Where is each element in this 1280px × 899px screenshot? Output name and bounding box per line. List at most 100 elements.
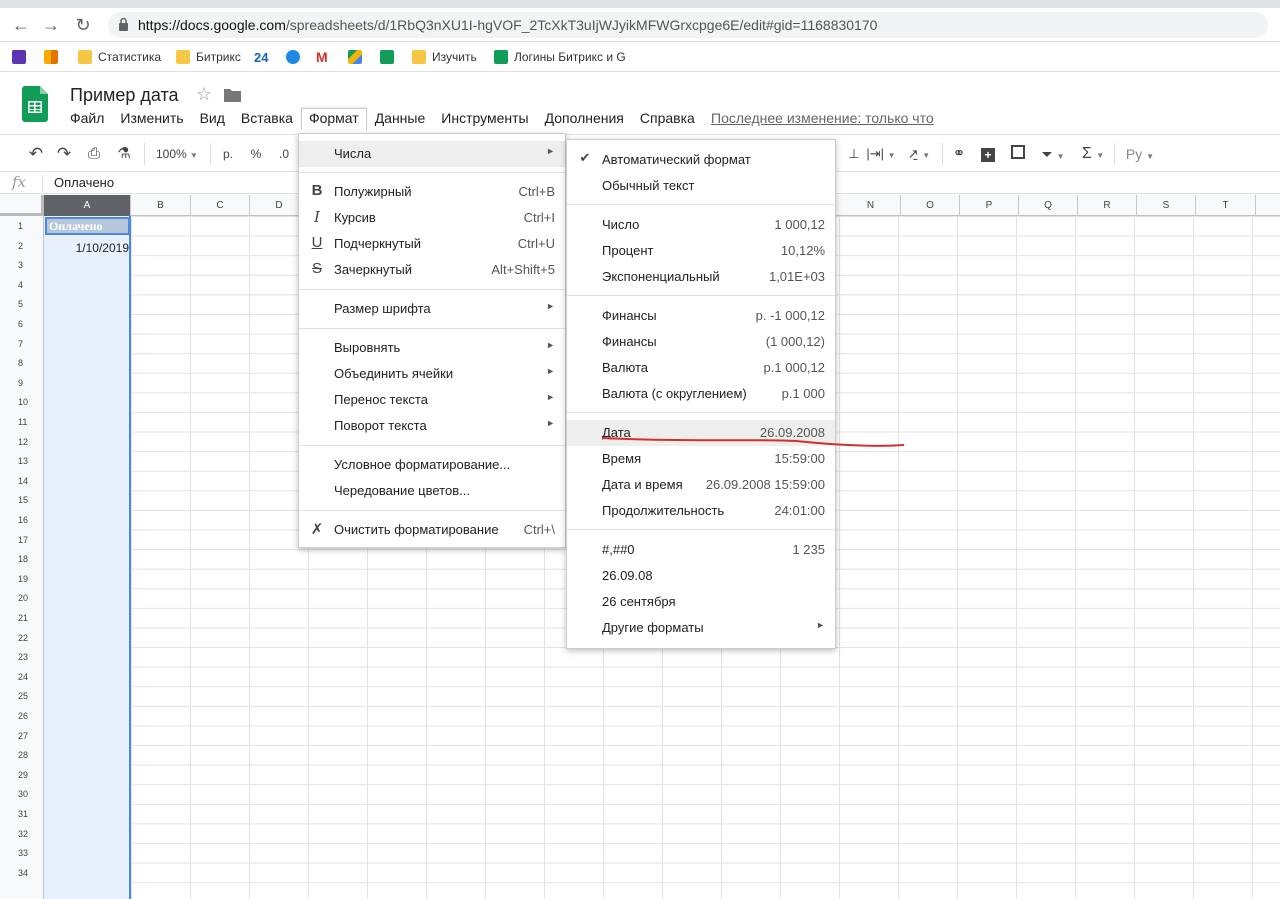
menu-item-bold[interactable]: B Полужирный Ctrl+B — [299, 179, 565, 205]
menu-item-underline[interactable]: U Подчеркнутый Ctrl+U — [299, 231, 565, 257]
column-header-t[interactable]: T — [1196, 195, 1256, 216]
column-header-a[interactable]: A — [44, 195, 131, 216]
menu-item-merge-cells[interactable]: Объединить ячейки ► — [299, 361, 565, 387]
number-format-item[interactable]: Число 1 000,12 — [567, 212, 835, 238]
bookmark-gmail[interactable]: M — [316, 48, 328, 66]
number-format-item[interactable]: Экспоненциальный 1,01E+03 — [567, 264, 835, 290]
back-arrow-icon[interactable]: ← — [10, 14, 32, 36]
menu-file[interactable]: Файл — [62, 108, 112, 130]
menu-item-strikethrough[interactable]: S Зачеркнутый Alt+Shift+5 — [299, 257, 565, 283]
bookmark-logins[interactable]: Логины Битрикс и G — [494, 48, 626, 66]
row-header[interactable]: 9 — [0, 378, 44, 388]
menu-insert[interactable]: Вставка — [233, 108, 301, 130]
number-format-item[interactable]: Финансы (1 000,12) — [567, 329, 835, 355]
link-icon[interactable]: ⚭ — [948, 144, 970, 164]
decrease-decimal-button[interactable]: .0 — [274, 144, 294, 164]
bookmark-statistika[interactable]: Статистика — [78, 48, 161, 66]
row-header[interactable]: 31 — [0, 809, 44, 819]
menu-item-align[interactable]: Выровнять ► — [299, 335, 565, 361]
number-format-item[interactable]: Дата и время 26.09.2008 15:59:00 — [567, 472, 835, 498]
column-header-p[interactable]: P — [960, 195, 1019, 216]
bookmark-share[interactable] — [286, 48, 306, 66]
number-format-item[interactable]: Финансы р. -1 000,12 — [567, 303, 835, 329]
comment-icon[interactable]: + — [978, 144, 998, 164]
number-format-item[interactable]: Валюта р.1 000,12 — [567, 355, 835, 381]
menu-view[interactable]: Вид — [192, 108, 233, 130]
cell-a1[interactable]: Оплачено — [45, 217, 130, 235]
row-header[interactable]: 30 — [0, 789, 44, 799]
number-format-item[interactable]: 26.09.08 — [567, 563, 835, 589]
row-header[interactable]: 13 — [0, 456, 44, 466]
row-header[interactable]: 8 — [0, 358, 44, 368]
menu-item-alternating-colors[interactable]: Чередование цветов... — [299, 478, 565, 504]
url-field[interactable]: https://docs.google.com/spreadsheets/d/1… — [108, 12, 1268, 38]
row-header[interactable]: 11 — [0, 417, 44, 427]
row-header[interactable]: 26 — [0, 711, 44, 721]
number-format-item[interactable]: 26 сентября — [567, 589, 835, 615]
number-format-item[interactable]: Другие форматы ► — [567, 615, 835, 641]
star-icon[interactable]: ☆ — [196, 84, 212, 105]
row-header[interactable]: 1 — [0, 221, 44, 231]
paint-format-icon[interactable]: ⚗ — [114, 144, 134, 164]
row-header[interactable]: 25 — [0, 691, 44, 701]
row-header[interactable]: 21 — [0, 613, 44, 623]
column-header-b[interactable]: B — [131, 195, 191, 216]
menu-item-italic[interactable]: I Курсив Ctrl+I — [299, 205, 565, 231]
text-rotation-icon[interactable]: ↗̱ ▼ — [902, 144, 936, 164]
undo-icon[interactable]: ↶ — [26, 144, 46, 164]
row-header[interactable]: 27 — [0, 731, 44, 741]
last-edit-link[interactable]: Последнее изменение: только что — [711, 110, 934, 126]
number-format-item[interactable]: Обычный текст — [567, 173, 835, 199]
row-header[interactable]: 16 — [0, 515, 44, 525]
functions-button[interactable]: Σ ▼ — [1078, 144, 1108, 164]
menu-tools[interactable]: Инструменты — [433, 108, 536, 130]
chart-icon[interactable] — [1008, 144, 1028, 164]
forward-arrow-icon[interactable]: → — [40, 14, 62, 36]
row-header[interactable]: 10 — [0, 397, 44, 407]
number-format-item[interactable]: Процент 10,12% — [567, 238, 835, 264]
menu-item-text-wrapping[interactable]: Перенос текста ► — [299, 387, 565, 413]
row-header[interactable]: 15 — [0, 495, 44, 505]
zoom-select[interactable]: 100% ▼ — [156, 144, 204, 164]
column-header-c[interactable]: C — [191, 195, 250, 216]
reload-icon[interactable]: ↻ — [72, 14, 94, 36]
row-header[interactable]: 28 — [0, 750, 44, 760]
row-header[interactable]: 19 — [0, 574, 44, 584]
menu-item-conditional-formatting[interactable]: Условное форматирование... — [299, 452, 565, 478]
number-format-item[interactable]: Продолжительность 24:01:00 — [567, 498, 835, 524]
menu-item-clear-formatting[interactable]: ✗ Очистить форматирование Ctrl+\ — [299, 517, 565, 543]
menu-help[interactable]: Справка — [632, 108, 703, 130]
column-header-s[interactable]: S — [1137, 195, 1196, 216]
folder-icon[interactable] — [224, 88, 241, 102]
row-header[interactable]: 29 — [0, 770, 44, 780]
bookmark-apps[interactable] — [12, 48, 32, 66]
halign-icon[interactable]: ⊥ — [844, 144, 864, 164]
menu-format[interactable]: Формат — [300, 108, 367, 130]
bookmark-bitrix[interactable]: Битрикс — [176, 48, 241, 66]
row-header[interactable]: 17 — [0, 535, 44, 545]
row-header[interactable]: 6 — [0, 319, 44, 329]
menu-data[interactable]: Данные — [367, 108, 434, 130]
column-header-r[interactable]: R — [1078, 195, 1137, 216]
row-header[interactable]: 24 — [0, 672, 44, 682]
text-wrap-icon[interactable]: |⇥| ▼ — [866, 144, 896, 164]
currency-format-button[interactable]: р. — [220, 144, 236, 164]
row-header[interactable]: 3 — [0, 260, 44, 270]
row-header[interactable]: 32 — [0, 829, 44, 839]
row-header[interactable]: 5 — [0, 299, 44, 309]
sheets-logo-icon[interactable] — [22, 86, 48, 122]
number-format-item[interactable]: Валюта (с округлением) р.1 000 — [567, 381, 835, 407]
bookmark-analytics[interactable] — [44, 48, 64, 66]
row-header[interactable]: 22 — [0, 633, 44, 643]
menu-item-text-rotation[interactable]: Поворот текста ► — [299, 413, 565, 439]
bookmark-bitrix24[interactable]: 24 — [254, 48, 268, 66]
row-header[interactable]: 14 — [0, 476, 44, 486]
menu-addons[interactable]: Дополнения — [537, 108, 632, 130]
row-header[interactable]: 2 — [0, 241, 44, 251]
row-header[interactable]: 34 — [0, 868, 44, 878]
row-header[interactable]: 18 — [0, 554, 44, 564]
column-header-n[interactable]: N — [841, 195, 901, 216]
cell-a2[interactable]: 1/10/2019 — [45, 241, 129, 255]
column-header-q[interactable]: Q — [1019, 195, 1078, 216]
row-header[interactable]: 4 — [0, 280, 44, 290]
